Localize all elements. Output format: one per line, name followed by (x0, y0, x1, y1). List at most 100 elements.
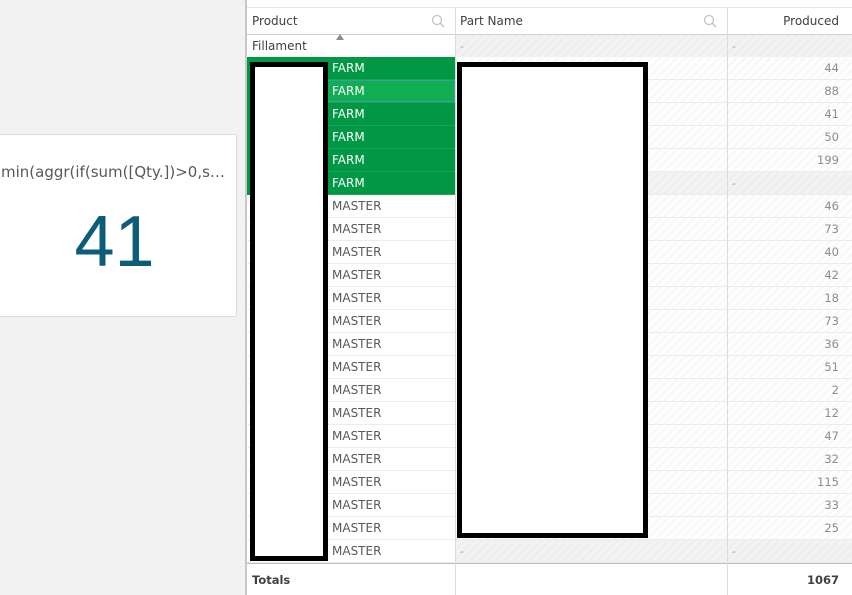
product-type-cell[interactable]: MASTER (327, 218, 455, 241)
product-type-label: MASTER (332, 383, 382, 397)
product-type-label: FARM (332, 176, 365, 190)
product-type-cell[interactable]: MASTER (327, 448, 455, 471)
produced-cell: 44 (727, 57, 852, 80)
produced-value: 42 (824, 268, 839, 282)
product-type-cell[interactable]: FARM (327, 126, 455, 149)
product-type-cell[interactable]: MASTER (327, 356, 455, 379)
product-type-label: FARM (332, 107, 365, 121)
product-type-label: FARM (332, 61, 365, 75)
product-type-cell[interactable]: MASTER (327, 402, 455, 425)
product-type-label: MASTER (332, 452, 382, 466)
column-header-label: Product (252, 14, 298, 28)
totals-label: Totals (247, 563, 455, 595)
redacted-block (457, 62, 648, 538)
produced-value: 12 (824, 406, 839, 420)
product-type-cell[interactable]: FARM (327, 103, 455, 126)
produced-value: 44 (824, 61, 839, 75)
produced-cell: - (727, 540, 852, 563)
product-type-label: MASTER (332, 498, 382, 512)
product-type-cell[interactable]: FARM (327, 149, 455, 172)
product-type-cell[interactable]: FARM (327, 80, 455, 103)
search-icon[interactable] (703, 14, 717, 28)
product-type-cell[interactable]: MASTER (327, 494, 455, 517)
produced-value: 88 (824, 84, 839, 98)
product-type-label: MASTER (332, 314, 382, 328)
product-type-label: MASTER (332, 222, 382, 236)
product-type-cell[interactable]: MASTER (327, 195, 455, 218)
product-type-label: MASTER (332, 544, 382, 558)
produced-value: - (732, 176, 736, 190)
produced-value: 51 (824, 360, 839, 374)
product-type-label: MASTER (332, 337, 382, 351)
produced-cell: 32 (727, 448, 852, 471)
product-type-cell[interactable]: MASTER (327, 540, 455, 563)
product-type-cell[interactable]: MASTER (327, 287, 455, 310)
produced-cell: 46 (727, 195, 852, 218)
product-type-cell[interactable]: MASTER (327, 333, 455, 356)
produced-cell: 50 (727, 126, 852, 149)
produced-cell: 88 (727, 80, 852, 103)
product-type-label: FARM (332, 130, 365, 144)
produced-value: 36 (824, 337, 839, 351)
kpi-title: min(aggr(if(sum([Qty.])>0,s… (1, 163, 225, 181)
kpi-card[interactable]: min(aggr(if(sum([Qty.])>0,s… 41 (0, 134, 237, 317)
produced-cell: 51 (727, 356, 852, 379)
product-type-label: MASTER (332, 521, 382, 535)
produced-cell: 12 (727, 402, 852, 425)
produced-value: 32 (824, 452, 839, 466)
product-type-cell[interactable]: MASTER (327, 310, 455, 333)
produced-value: 115 (817, 475, 839, 489)
column-header-label: Produced (783, 14, 839, 28)
product-cell: Fillament (252, 39, 307, 53)
table-row-product[interactable]: Fillament (247, 35, 455, 58)
produced-cell: 18 (727, 287, 852, 310)
column-divider (727, 8, 728, 595)
product-type-cell[interactable]: MASTER (327, 264, 455, 287)
column-header-produced[interactable]: Produced (727, 8, 852, 35)
product-type-cell[interactable]: MASTER (327, 471, 455, 494)
product-type-cell[interactable]: MASTER (327, 517, 455, 540)
null-value: - (460, 544, 464, 558)
produced-cell: 42 (727, 264, 852, 287)
part-name-cell[interactable]: - (455, 540, 727, 563)
product-type-cell[interactable]: FARM (327, 172, 455, 195)
part-name-cell[interactable]: - (455, 35, 727, 58)
produced-cell: 47 (727, 425, 852, 448)
product-type-label: FARM (332, 84, 365, 98)
produced-cell: 33 (727, 494, 852, 517)
produced-value: 2 (831, 383, 839, 397)
produced-value: 46 (824, 199, 839, 213)
kpi-value: 41 (74, 202, 155, 282)
column-header-label: Part Name (460, 14, 523, 28)
totals-part-name (455, 563, 727, 595)
search-icon[interactable] (431, 14, 445, 28)
produced-cell: 115 (727, 471, 852, 494)
column-header-part-name[interactable]: Part Name (455, 8, 727, 35)
produced-cell: 73 (727, 218, 852, 241)
produced-value: 41 (824, 107, 839, 121)
product-type-cell[interactable]: MASTER (327, 379, 455, 402)
product-type-cell[interactable]: FARM (327, 57, 455, 80)
product-type-label: MASTER (332, 268, 382, 282)
product-type-label: FARM (332, 153, 365, 167)
produced-cell: 199 (727, 149, 852, 172)
null-value: - (732, 39, 736, 53)
product-type-label: MASTER (332, 360, 382, 374)
product-type-cell[interactable]: MASTER (327, 241, 455, 264)
redacted-block (250, 62, 328, 561)
produced-cell: 2 (727, 379, 852, 402)
table-top-strip (247, 0, 852, 8)
produced-cell: - (727, 172, 852, 195)
column-header-product[interactable]: Product (247, 8, 455, 40)
product-type-cell[interactable]: MASTER (327, 425, 455, 448)
produced-cell: 25 (727, 517, 852, 540)
produced-value: - (732, 544, 736, 558)
product-type-label: MASTER (332, 475, 382, 489)
produced-value: 199 (817, 153, 839, 167)
produced-value: 47 (824, 429, 839, 443)
produced-value: 18 (824, 291, 839, 305)
produced-value: 25 (824, 521, 839, 535)
product-type-label: MASTER (332, 291, 382, 305)
produced-value: 33 (824, 498, 839, 512)
produced-cell: 36 (727, 333, 852, 356)
